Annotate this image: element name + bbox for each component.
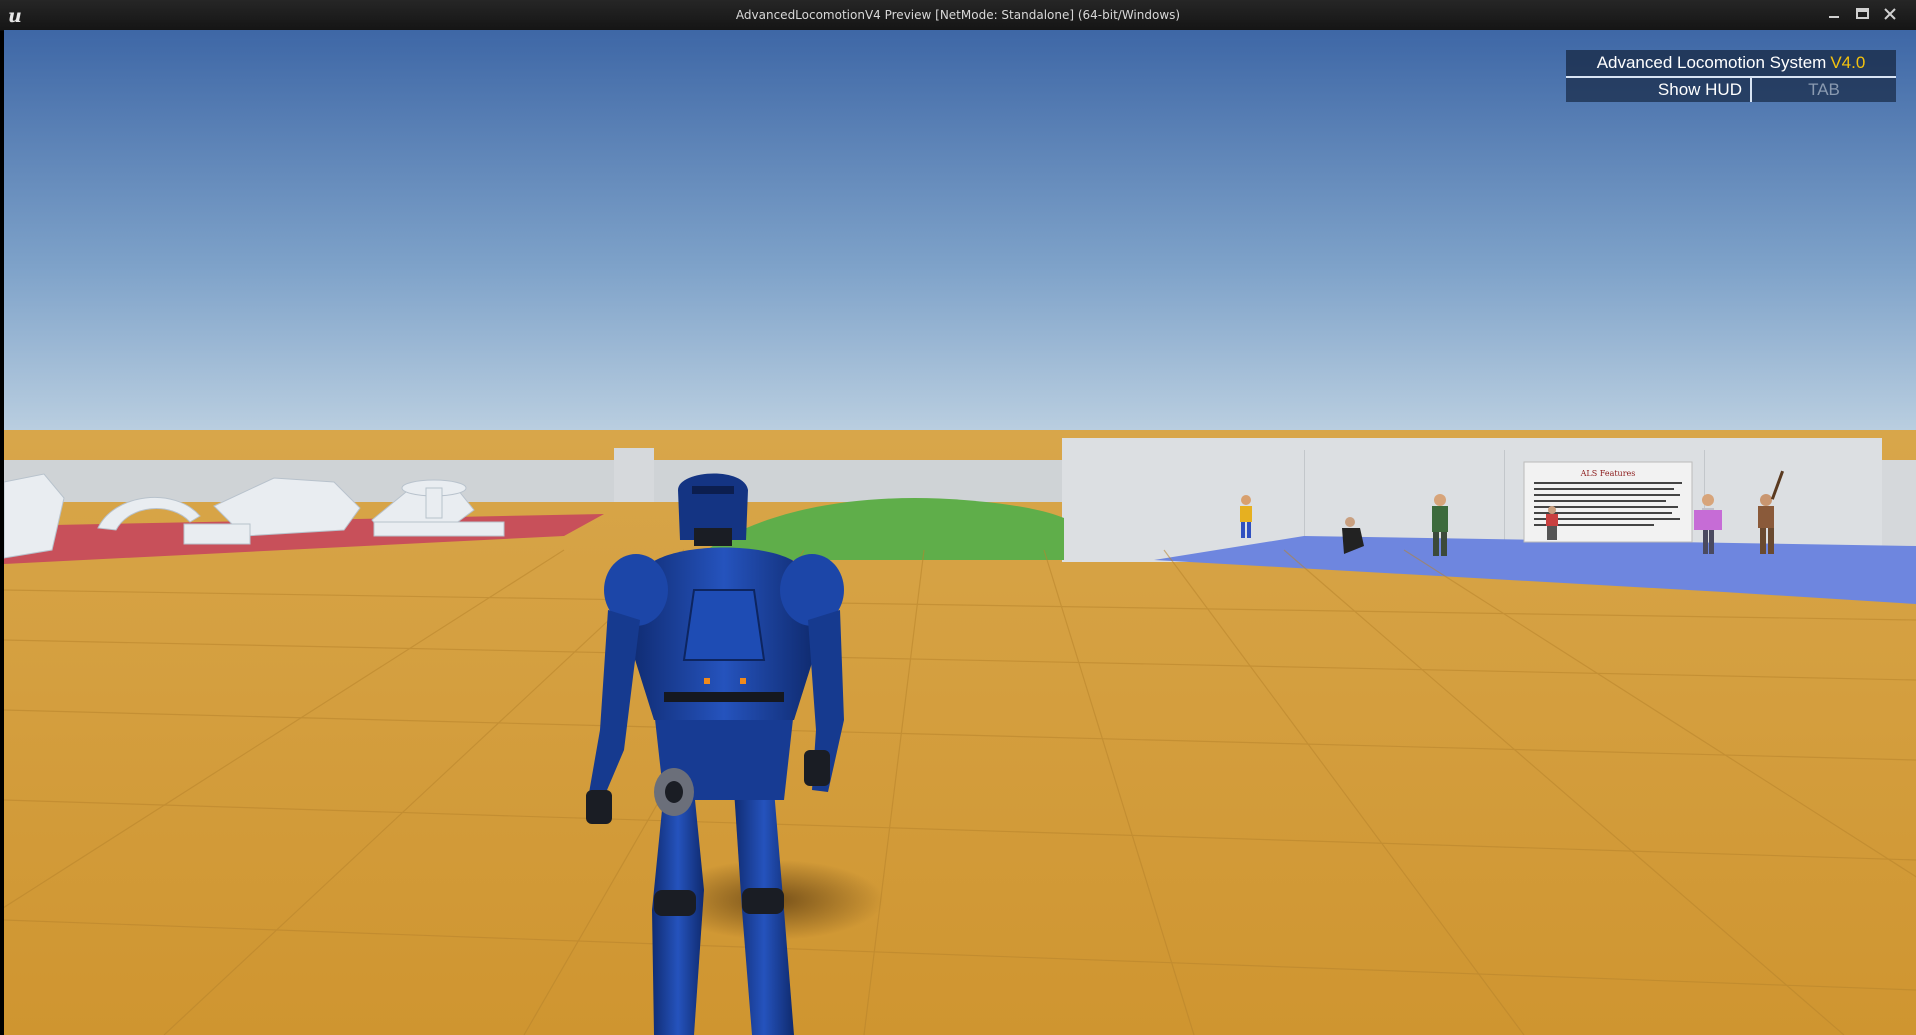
game-window: u AdvancedLocomotionV4 Preview [NetMode:… [0, 0, 1916, 1035]
show-hud-label[interactable]: Show HUD [1566, 78, 1752, 102]
game-viewport[interactable]: ALS Features Advanced Locomotion System … [4, 30, 1916, 1035]
hud-version: V4.0 [1830, 53, 1866, 72]
hud-title: Advanced Locomotion System V4.0 [1566, 50, 1896, 78]
title-bar[interactable]: u AdvancedLocomotionV4 Preview [NetMode:… [0, 0, 1916, 31]
close-icon[interactable] [1876, 4, 1904, 24]
hud-toggle-key: TAB [1808, 80, 1840, 99]
maximize-icon[interactable] [1848, 4, 1876, 24]
game-scene: ALS Features [4, 30, 1916, 1035]
window-title: AdvancedLocomotionV4 Preview [NetMode: S… [735, 8, 1181, 22]
minimize-icon[interactable] [1820, 4, 1848, 24]
hud-toggle-row[interactable]: Show HUD TAB [1566, 78, 1896, 102]
hud-panel: Advanced Locomotion System V4.0 Show HUD … [1566, 50, 1896, 102]
hud-title-text: Advanced Locomotion System [1596, 53, 1827, 72]
sign-title: ALS Features [1580, 469, 1636, 478]
